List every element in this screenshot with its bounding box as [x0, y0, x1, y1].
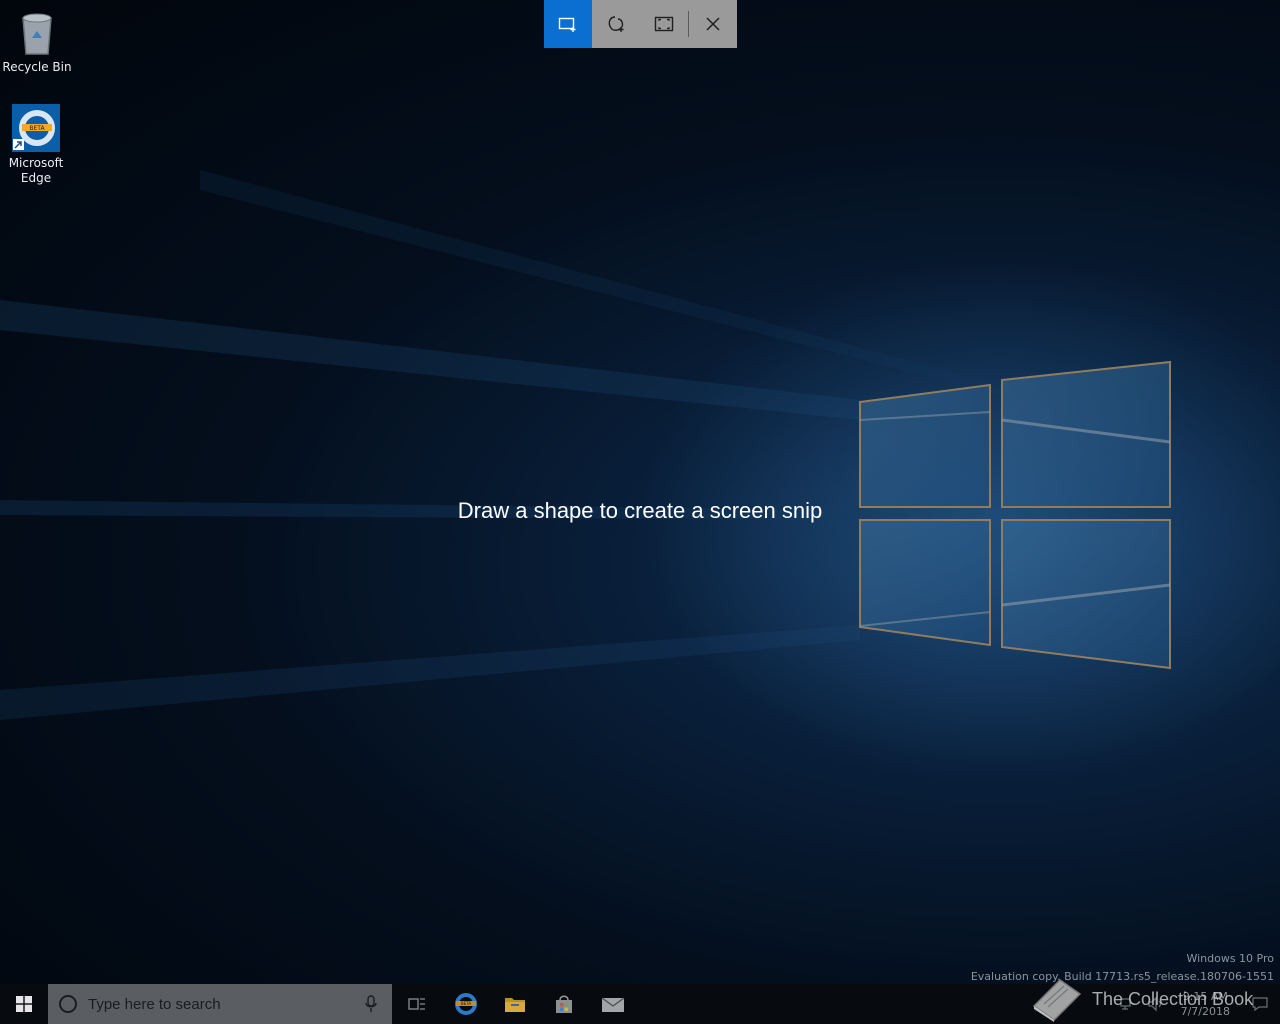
recycle-bin-icon	[22, 13, 52, 55]
notification-icon	[1252, 997, 1268, 1012]
rectangular-snip-button[interactable]	[544, 0, 592, 48]
start-button[interactable]	[0, 984, 48, 1024]
task-view-button[interactable]	[392, 984, 441, 1024]
desktop-icon-label: Recycle Bin	[2, 60, 72, 74]
watermark-edition: Windows 10 Pro	[1186, 952, 1274, 965]
svg-text:BETA: BETA	[29, 125, 45, 132]
collection-book-overlay: The Collection Book	[1030, 976, 1253, 1022]
search-placeholder: Type here to search	[88, 995, 221, 1013]
desktop: Recycle Bin BETA Microsoft Edge Draw a s…	[0, 0, 1280, 1024]
rectangle-snip-icon	[558, 17, 576, 32]
taskbar-store-button[interactable]	[539, 984, 588, 1024]
freeform-snip-button[interactable]	[592, 0, 640, 48]
snip-toolbar	[544, 0, 737, 48]
microphone-icon[interactable]	[364, 995, 378, 1013]
taskbar-mail-button[interactable]	[588, 984, 637, 1024]
fullscreen-snip-icon	[654, 16, 674, 32]
edge-beta-icon: BETA	[12, 104, 60, 152]
edge-beta-icon: BETA	[454, 993, 477, 1015]
taskbar-search-box[interactable]: Type here to search	[48, 984, 392, 1024]
taskbar-file-explorer-button[interactable]	[490, 984, 539, 1024]
taskbar-edge-button[interactable]: BETA	[441, 984, 490, 1024]
desktop-icon-recycle-bin[interactable]: Recycle Bin	[1, 8, 73, 75]
svg-text:BETA: BETA	[460, 1001, 470, 1006]
windows-start-icon	[16, 996, 32, 1012]
desktop-icon-label: Edge	[20, 171, 52, 185]
close-icon	[706, 17, 720, 31]
fullscreen-snip-button[interactable]	[640, 0, 688, 48]
file-explorer-icon	[504, 998, 525, 1012]
mail-icon	[601, 997, 624, 1012]
freeform-snip-icon	[608, 16, 624, 32]
task-view-icon	[407, 998, 425, 1010]
snip-instruction-text: Draw a shape to create a screen snip	[457, 498, 823, 523]
collection-book-text: The Collection Book	[1092, 988, 1254, 1009]
cortana-icon	[59, 995, 77, 1013]
desktop-icon-microsoft-edge[interactable]: BETA Microsoft Edge	[0, 104, 72, 186]
desktop-icon-label: Microsoft	[8, 156, 64, 170]
book-icon	[1032, 979, 1082, 1022]
close-snip-button[interactable]	[689, 0, 737, 48]
store-icon	[555, 995, 572, 1013]
